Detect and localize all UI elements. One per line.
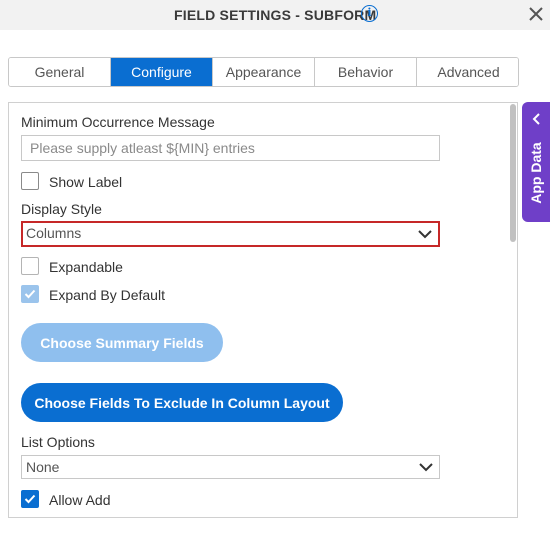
list-options-select[interactable]: None (21, 455, 440, 479)
tab-appearance[interactable]: Appearance (213, 58, 315, 86)
list-options-label: List Options (21, 434, 95, 450)
check-icon (24, 289, 36, 299)
tab-advanced[interactable]: Advanced (417, 58, 518, 86)
chevron-left-icon (532, 113, 540, 125)
allow-add-checkbox[interactable] (21, 490, 39, 508)
chevron-down-icon (418, 230, 432, 239)
settings-tabs: General Configure Appearance Behavior Ad… (8, 57, 519, 87)
list-options-value: None (26, 459, 60, 475)
display-style-value: Columns (26, 225, 82, 241)
app-data-label: App Data (528, 142, 544, 204)
expandable-label: Expandable (49, 259, 123, 275)
expand-by-default-checkbox[interactable] (21, 285, 39, 303)
choose-exclude-fields-button[interactable]: Choose Fields To Exclude In Column Layou… (21, 383, 343, 422)
show-label-checkbox[interactable] (21, 172, 39, 190)
tab-configure[interactable]: Configure (111, 58, 213, 86)
display-style-label: Display Style (21, 201, 102, 217)
chevron-down-icon (419, 463, 433, 472)
expand-by-default-label: Expand By Default (49, 287, 165, 303)
panel-scrollbar[interactable] (510, 104, 516, 242)
dialog-title: FIELD SETTINGS - SUBFORM (174, 7, 377, 23)
dialog-header: FIELD SETTINGS - SUBFORM i (0, 0, 550, 30)
min-occurrence-label: Minimum Occurrence Message (21, 114, 215, 130)
display-style-select[interactable]: Columns (21, 221, 440, 247)
tab-behavior[interactable]: Behavior (315, 58, 417, 86)
expandable-checkbox[interactable] (21, 257, 39, 275)
show-label-label: Show Label (49, 174, 123, 190)
tab-general[interactable]: General (9, 58, 111, 86)
choose-summary-fields-button[interactable]: Choose Summary Fields (21, 323, 223, 362)
info-icon[interactable]: i (361, 5, 378, 22)
close-icon[interactable] (527, 5, 545, 23)
min-occurrence-input[interactable] (21, 135, 440, 161)
allow-add-label: Allow Add (49, 492, 111, 508)
check-icon (24, 494, 36, 504)
